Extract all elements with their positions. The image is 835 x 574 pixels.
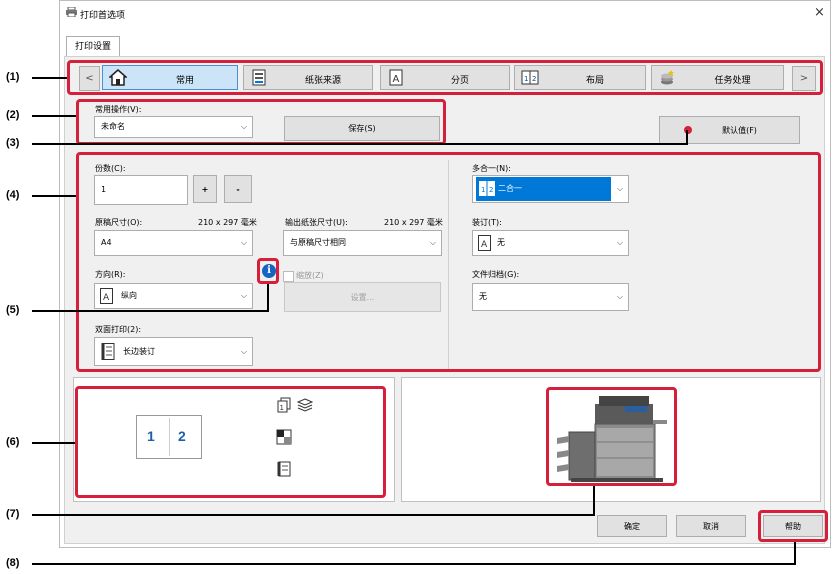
callout-8: (8) bbox=[6, 557, 20, 569]
callout-1: (1) bbox=[6, 71, 20, 83]
highlight-7 bbox=[546, 387, 677, 486]
ok-button[interactable]: 确定 bbox=[597, 515, 667, 537]
callout-2: (2) bbox=[6, 109, 20, 121]
callout-3: (3) bbox=[6, 137, 20, 149]
leader-7 bbox=[32, 514, 595, 516]
leader-5 bbox=[32, 310, 269, 312]
highlight-2 bbox=[76, 99, 446, 145]
leader-5-riser bbox=[267, 284, 269, 312]
callout-7: (7) bbox=[6, 508, 20, 520]
close-button[interactable]: × bbox=[814, 5, 825, 20]
leader-7-riser bbox=[593, 486, 595, 516]
highlight-1 bbox=[67, 60, 823, 95]
printer-icon bbox=[66, 6, 77, 18]
leader-4 bbox=[32, 195, 76, 197]
highlight-4 bbox=[76, 152, 821, 372]
leader-1 bbox=[32, 77, 67, 79]
cancel-button[interactable]: 取消 bbox=[676, 515, 746, 537]
leader-3 bbox=[32, 143, 686, 145]
callout-6: (6) bbox=[6, 436, 20, 448]
tab-print-settings[interactable]: 打印设置 bbox=[66, 36, 120, 57]
highlight-5 bbox=[257, 258, 279, 284]
leader-8 bbox=[32, 563, 796, 565]
callout-4: (4) bbox=[6, 189, 20, 201]
leader-3-riser bbox=[686, 130, 688, 145]
highlight-6 bbox=[75, 386, 386, 498]
leader-8-riser bbox=[794, 542, 796, 565]
window-title: 打印首选项 bbox=[80, 11, 126, 21]
leader-6 bbox=[32, 442, 75, 444]
highlight-8 bbox=[758, 510, 828, 542]
leader-2 bbox=[32, 115, 76, 117]
callout-5: (5) bbox=[6, 304, 20, 316]
default-button[interactable]: 默认值(F) bbox=[659, 116, 800, 144]
